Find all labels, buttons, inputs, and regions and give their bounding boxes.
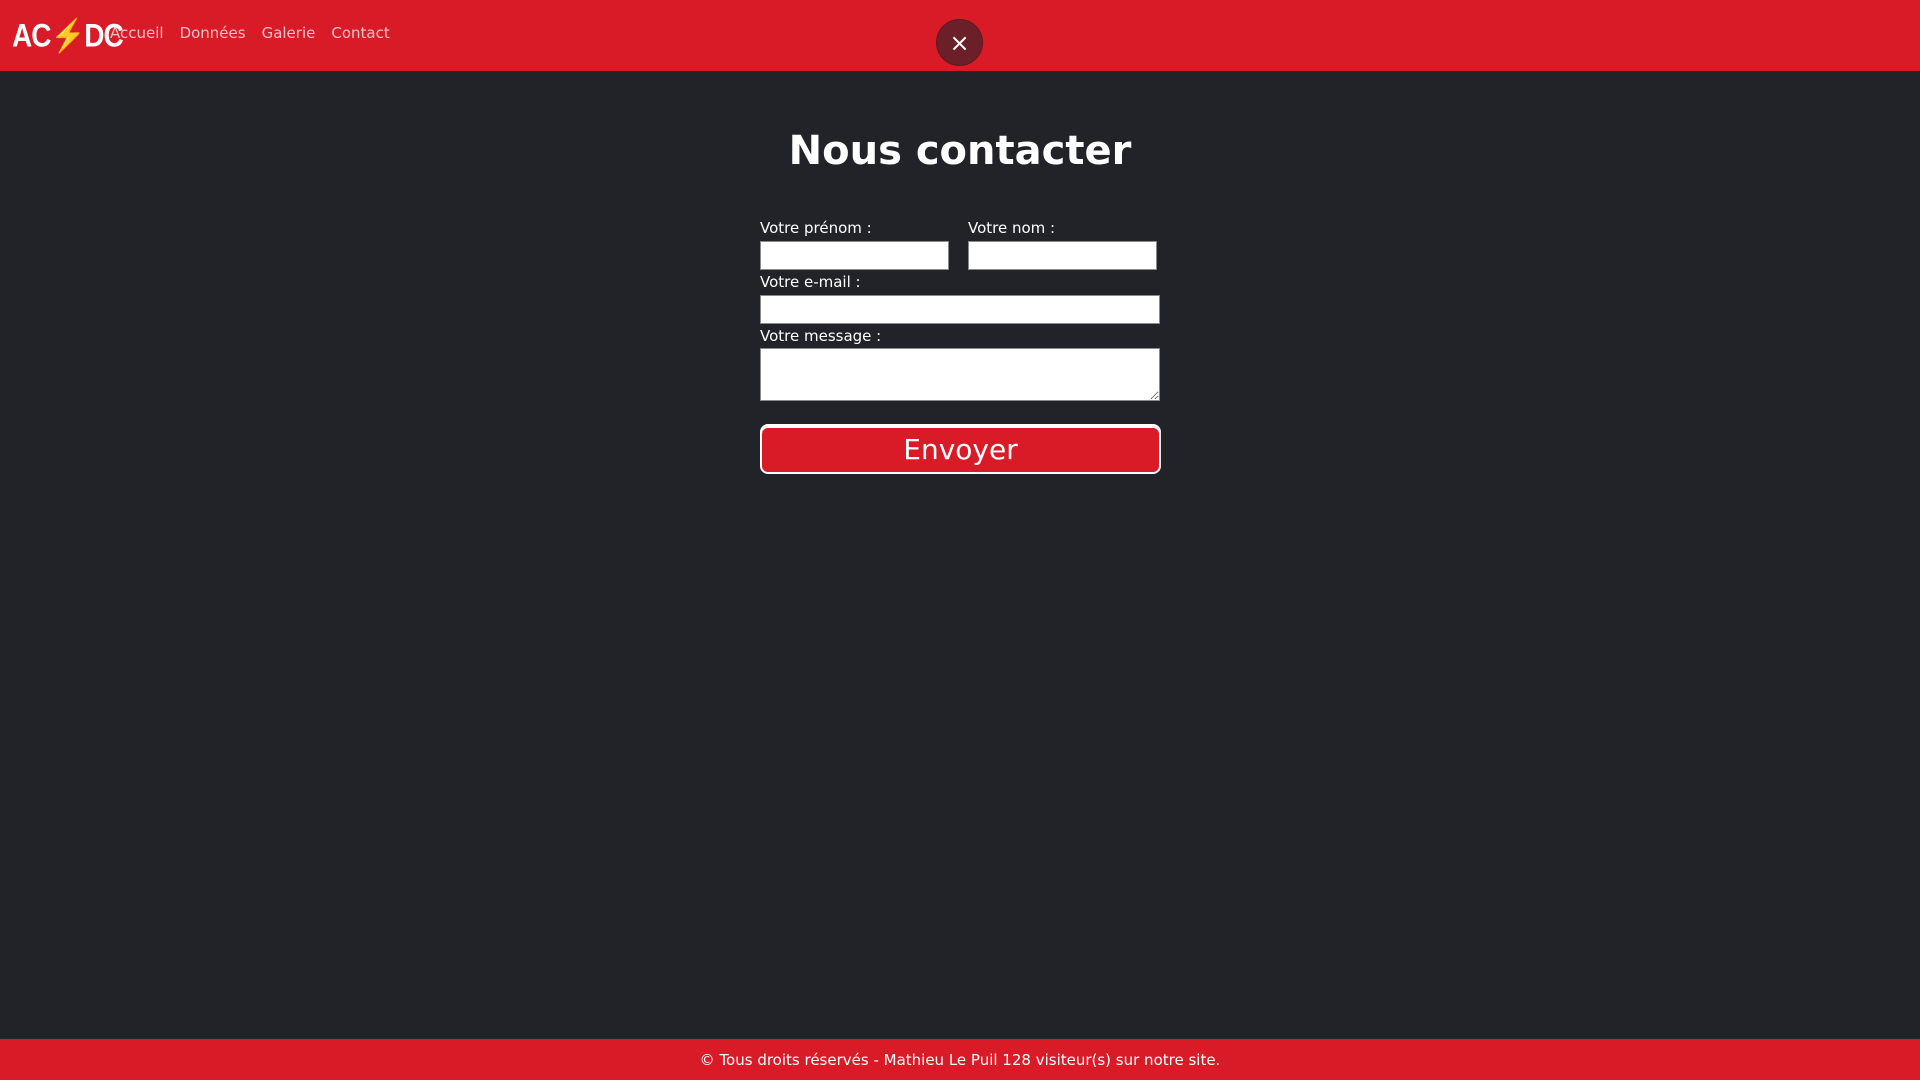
site-footer: © Tous droits réservés - Mathieu Le Puil…	[0, 1039, 1920, 1080]
nav-link-galerie[interactable]: Galerie	[262, 24, 316, 42]
lastname-input[interactable]	[968, 241, 1157, 270]
message-label: Votre message :	[760, 327, 882, 345]
logo-text: AC⚡DC	[12, 17, 124, 53]
nav-link-donnees[interactable]: Données	[180, 24, 246, 42]
message-textarea[interactable]	[760, 348, 1160, 401]
lastname-label: Votre nom :	[968, 219, 1056, 237]
firstname-label: Votre prénom :	[760, 219, 872, 237]
email-label: Votre e-mail :	[760, 273, 861, 291]
main-nav: Accueil Données Galerie Contact	[110, 24, 390, 42]
send-button[interactable]: Envoyer	[760, 424, 1161, 474]
footer-text: © Tous droits réservés - Mathieu Le Puil…	[699, 1050, 1221, 1069]
page-title: Nous contacter	[788, 128, 1132, 174]
site-header: AC⚡DC Accueil Données Galerie Contact ×	[0, 0, 1920, 71]
close-icon: ×	[949, 28, 970, 57]
close-button[interactable]: ×	[936, 19, 983, 66]
firstname-input[interactable]	[760, 241, 949, 270]
page: AC⚡DC Accueil Données Galerie Contact × …	[0, 0, 1920, 1080]
nav-link-contact[interactable]: Contact	[331, 24, 389, 42]
nav-link-accueil[interactable]: Accueil	[110, 24, 164, 42]
email-input[interactable]	[760, 295, 1160, 324]
acdc-logo[interactable]: AC⚡DC	[12, 16, 124, 54]
